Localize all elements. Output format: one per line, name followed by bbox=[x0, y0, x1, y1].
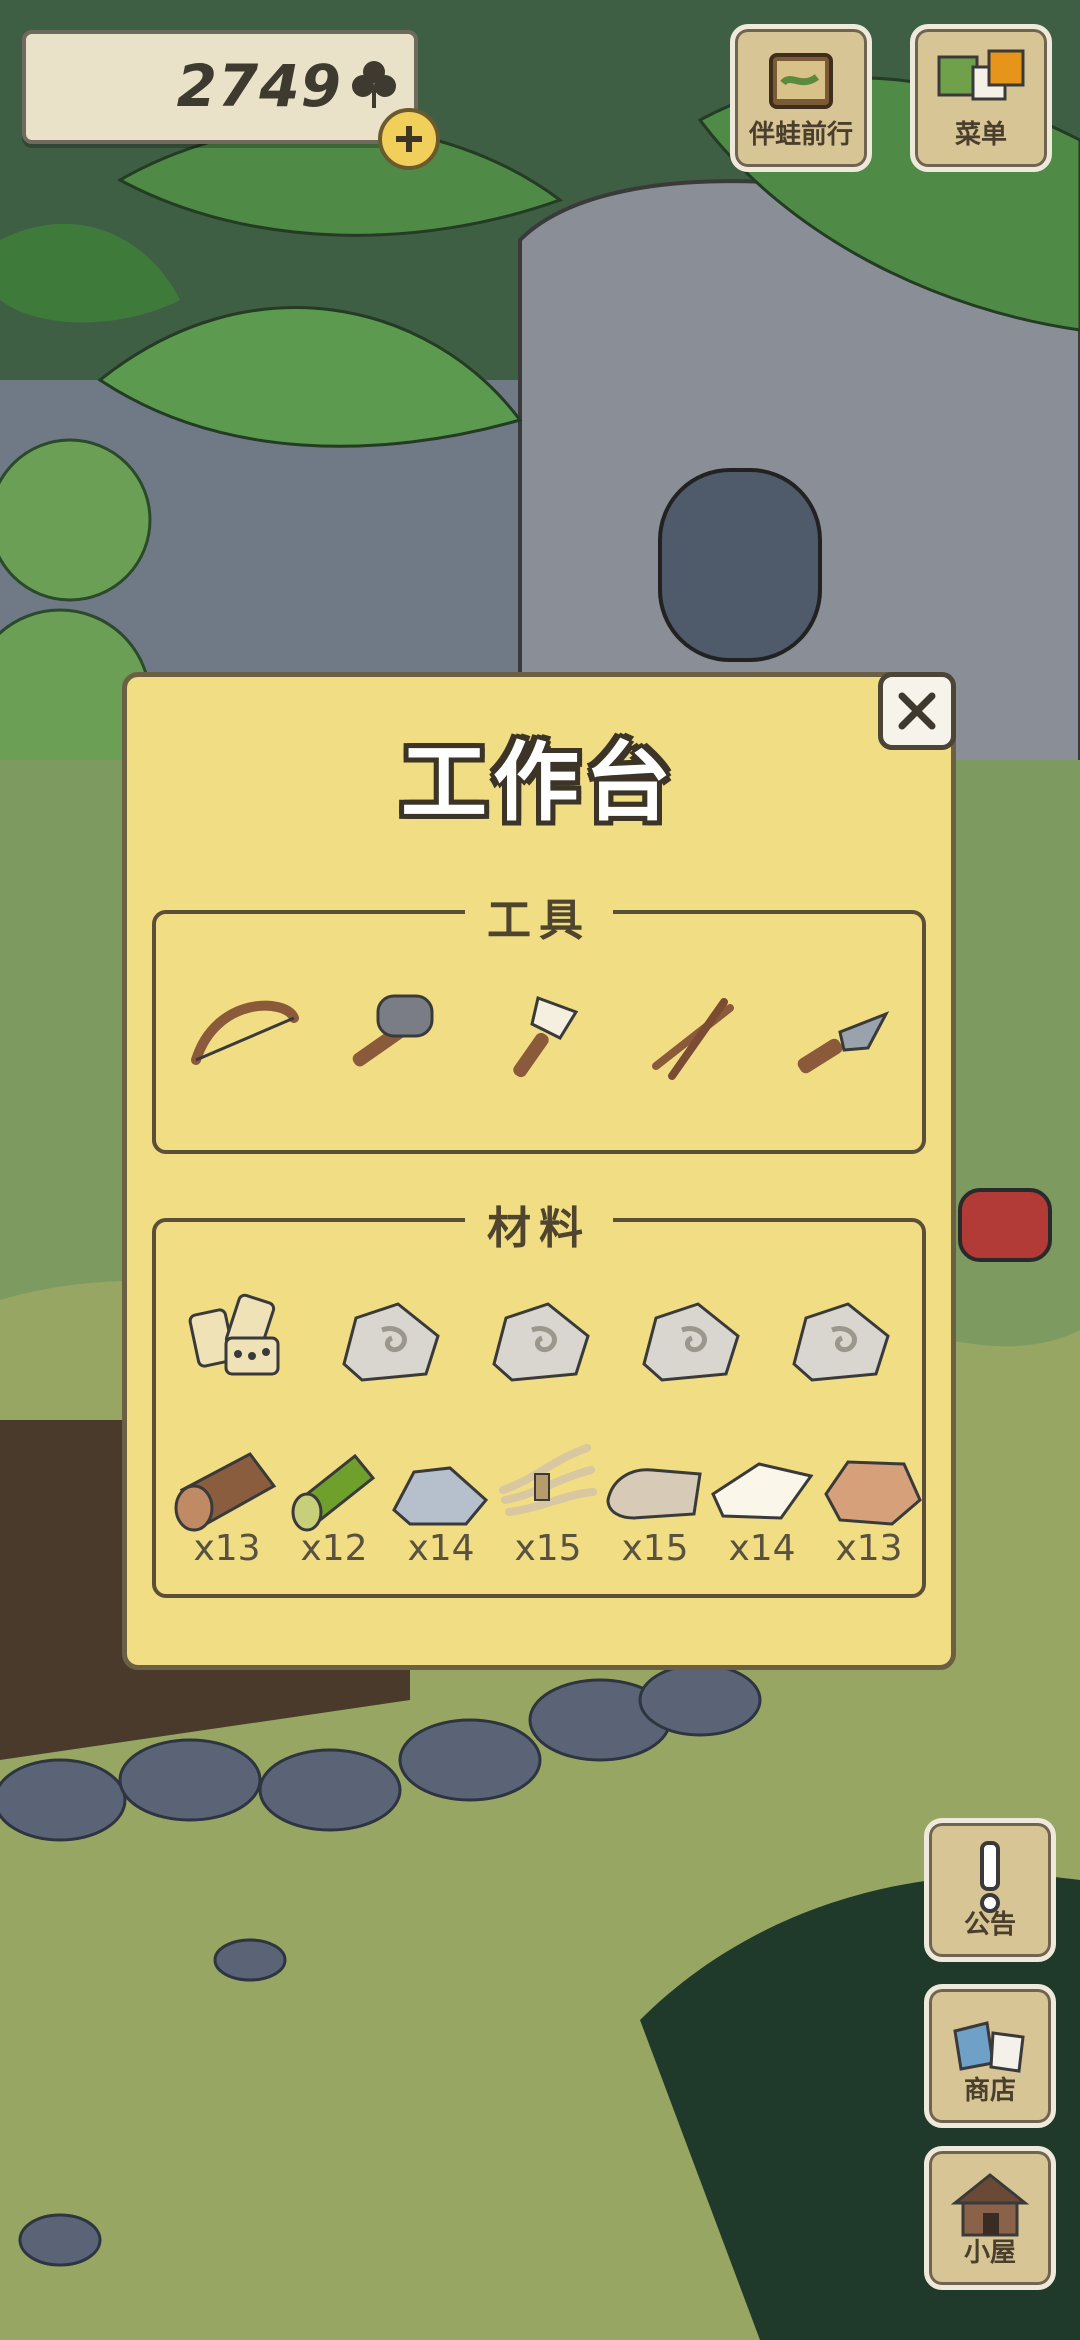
menu-label: 菜单 bbox=[954, 120, 1007, 150]
tools-section: 工具 bbox=[152, 884, 926, 1154]
carved-stone-icon[interactable] bbox=[476, 1282, 606, 1402]
menu-cards-icon bbox=[937, 49, 1025, 101]
clover-icon bbox=[352, 61, 396, 108]
carved-stone-icon[interactable] bbox=[326, 1282, 456, 1402]
carved-stone-icon[interactable] bbox=[626, 1282, 756, 1402]
menu-button[interactable]: 菜单 bbox=[910, 24, 1052, 172]
currency-amount: 2749 bbox=[176, 52, 342, 120]
travel-with-frog-button[interactable]: 伴蛙前行 bbox=[730, 24, 872, 172]
clay-icon[interactable] bbox=[804, 1420, 934, 1540]
travel-with-frog-label: 伴蛙前行 bbox=[748, 120, 853, 150]
brush-icon[interactable] bbox=[476, 978, 606, 1098]
plus-icon bbox=[396, 126, 422, 152]
sticks-icon[interactable] bbox=[626, 978, 756, 1098]
stone-hammer-icon[interactable] bbox=[326, 978, 456, 1098]
modal-title: 工作台 bbox=[401, 733, 677, 833]
materials-title: 材料 bbox=[465, 1192, 613, 1256]
dominoes-icon[interactable] bbox=[176, 1282, 306, 1402]
clay-count: x13 bbox=[835, 1528, 903, 1569]
add-currency-button[interactable] bbox=[378, 108, 440, 170]
shop-label: 商店 bbox=[963, 2076, 1016, 2106]
notice-label: 公告 bbox=[963, 1910, 1016, 1940]
tools-title: 工具 bbox=[465, 884, 613, 948]
bow-icon[interactable] bbox=[176, 978, 306, 1098]
cabin-button[interactable]: 小屋 bbox=[924, 2146, 1056, 2290]
notice-button[interactable]: 公告 bbox=[924, 1818, 1056, 1962]
knife-icon[interactable] bbox=[776, 978, 906, 1098]
shop-button[interactable]: 商店 bbox=[924, 1984, 1056, 2128]
map-book-icon bbox=[769, 53, 833, 109]
carved-stone-icon[interactable] bbox=[776, 1282, 906, 1402]
currency-bar: 2749 bbox=[22, 30, 418, 144]
cabin-label: 小屋 bbox=[963, 2238, 1016, 2268]
materials-section: 材料 x13 x12 x14 x15 x15 x14 x13 bbox=[152, 1192, 926, 1598]
